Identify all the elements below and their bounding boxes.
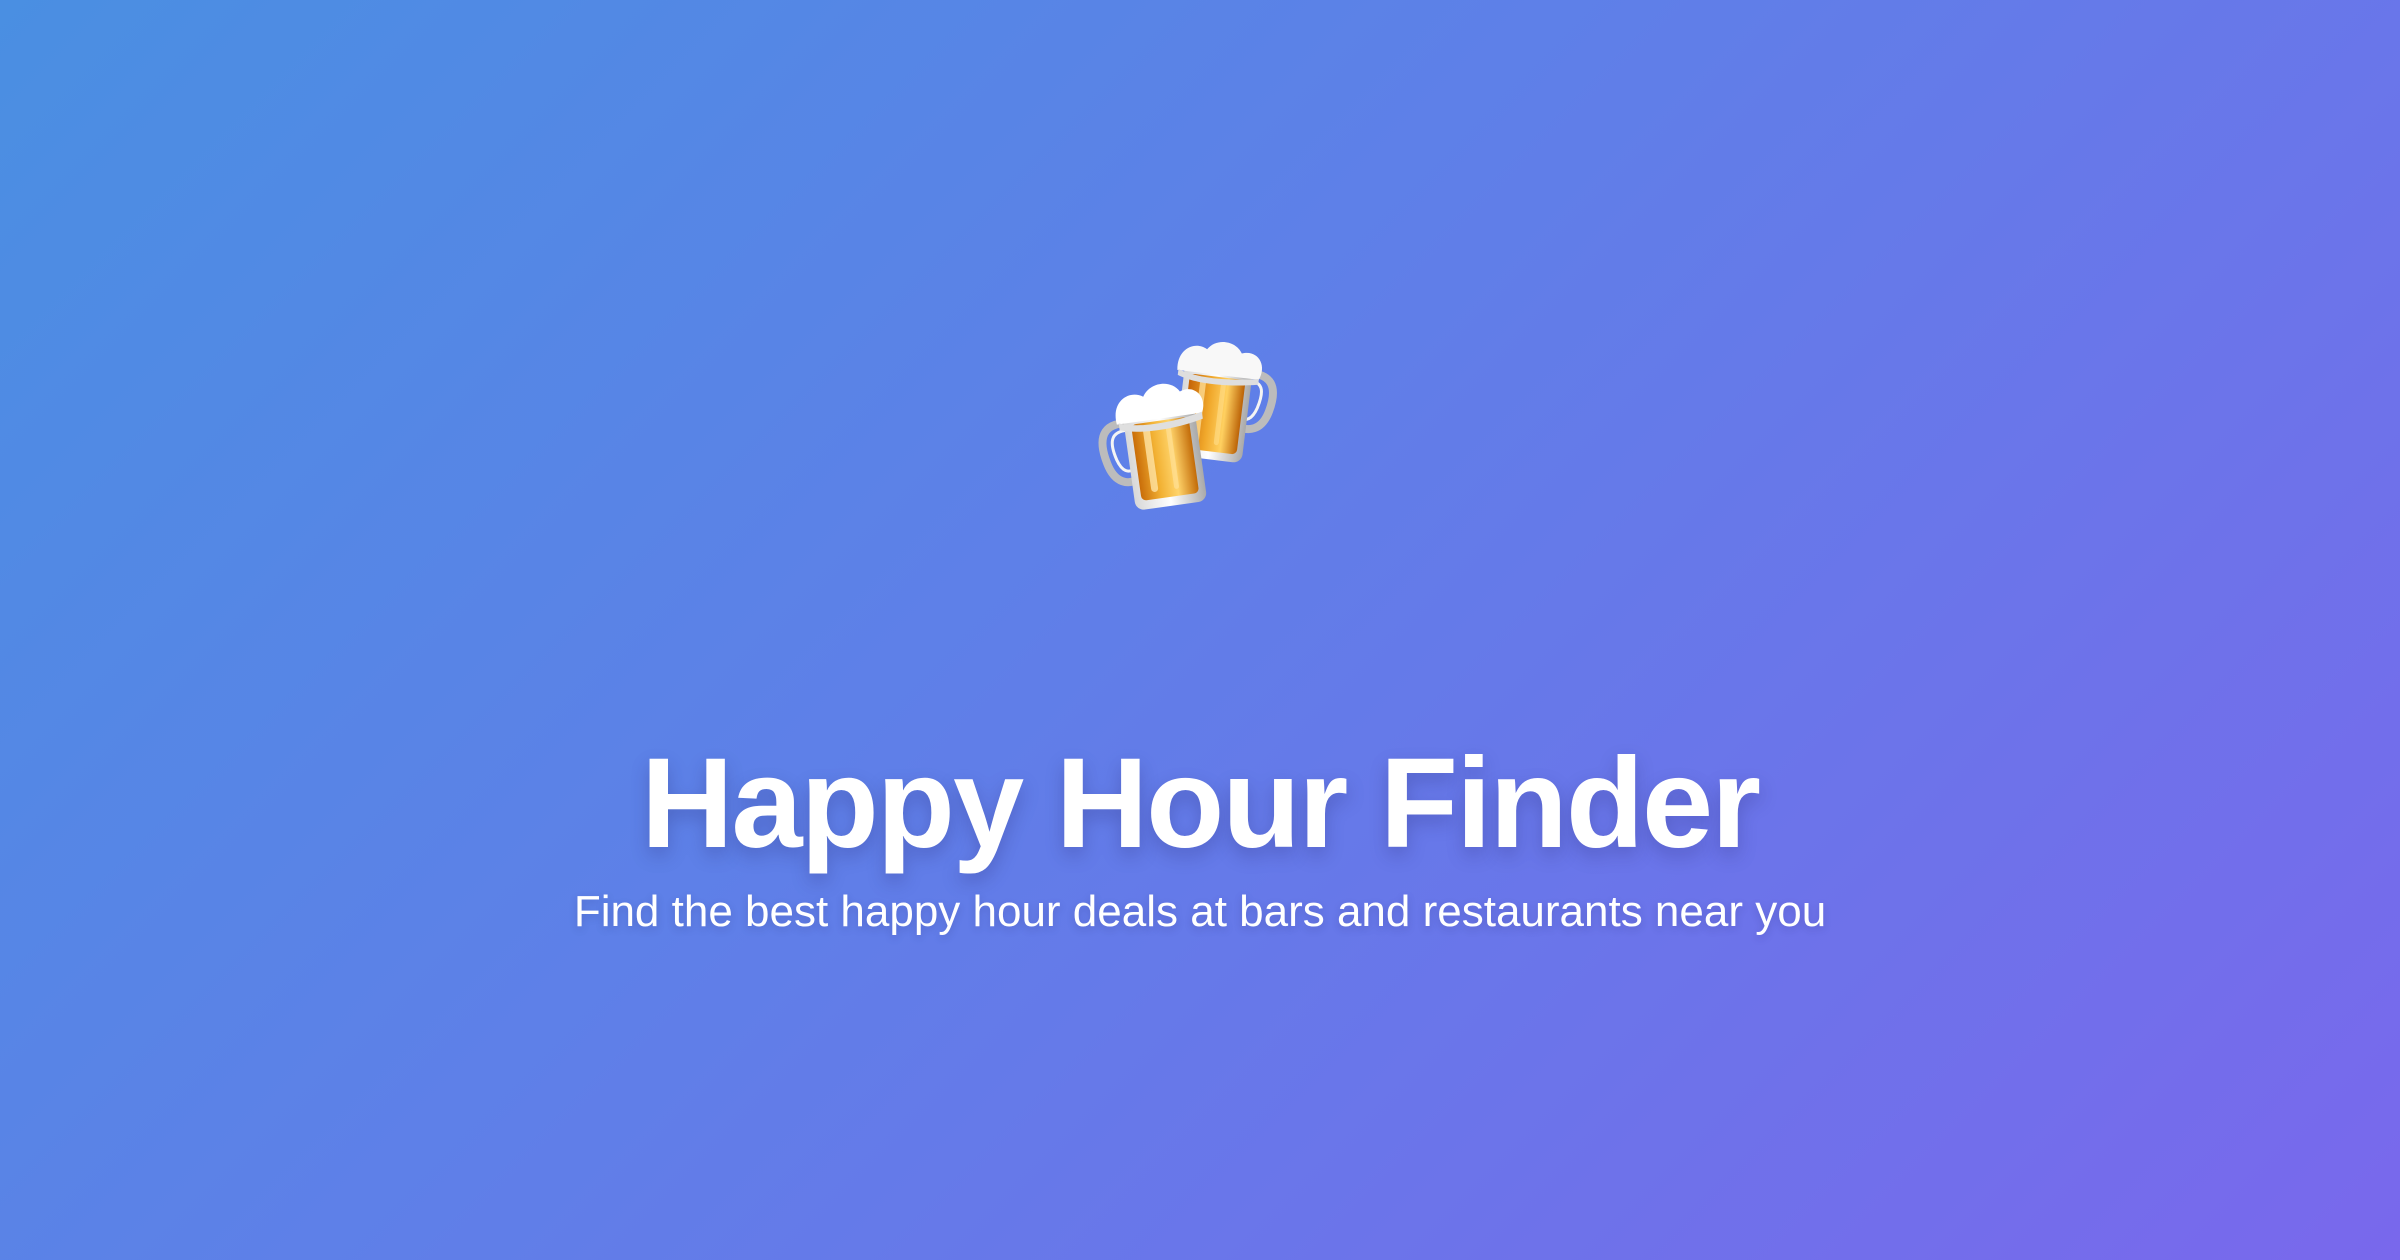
hero-banner: Happy Hour Finder Find the best happy ho… [0, 0, 2400, 1260]
page-subtitle: Find the best happy hour deals at bars a… [573, 887, 1827, 936]
clinking-beer-mugs-icon [1098, 335, 1295, 510]
page-title: Happy Hour Finder [640, 731, 1761, 875]
